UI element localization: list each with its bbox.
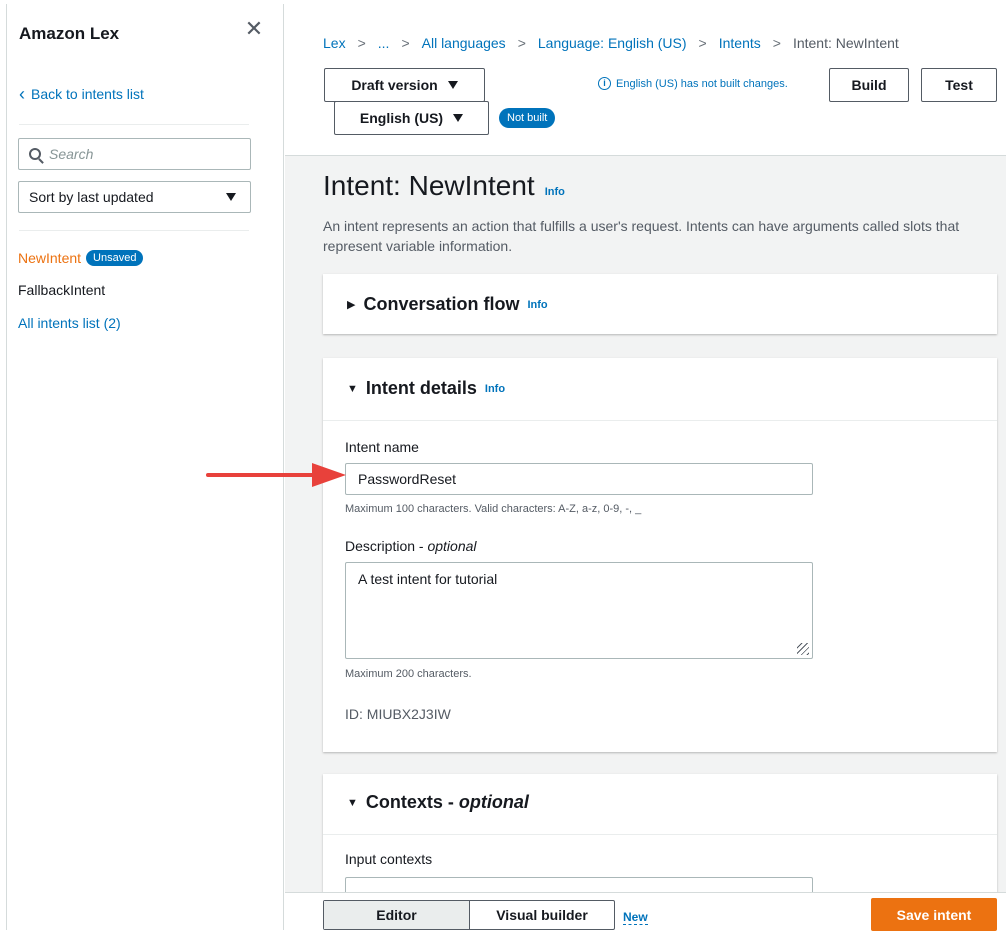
info-link[interactable]: Info — [545, 186, 565, 198]
breadcrumb-separator-icon: > — [772, 35, 781, 51]
info-link[interactable]: Info — [527, 299, 547, 311]
contexts-title: Contexts - optional — [366, 792, 529, 813]
sidebar-item-label: NewIntent — [18, 250, 82, 266]
intent-id: ID: MIUBX2J3IW — [345, 706, 451, 722]
build-status-badge: Not built — [499, 108, 556, 128]
optional-label: optional — [458, 792, 529, 812]
description-hint: Maximum 200 characters. — [345, 668, 472, 680]
divider — [323, 834, 997, 835]
breadcrumb-all-languages[interactable]: All languages — [422, 35, 506, 51]
breadcrumb-separator-icon: > — [698, 35, 707, 51]
breadcrumb: Lex > ... > All languages > Language: En… — [323, 35, 899, 51]
sort-select[interactable]: Sort by last updated — [18, 181, 251, 213]
back-to-intents-link[interactable]: ‹ Back to intents list — [19, 84, 144, 104]
search-input[interactable]: Search — [18, 138, 251, 170]
intent-details-panel: ▼ Intent details Info Intent name Passwo… — [323, 358, 997, 752]
main-content: Intent: NewIntent Info An intent represe… — [285, 156, 1006, 892]
breadcrumb-separator-icon: > — [401, 35, 410, 51]
close-icon[interactable]: ✕ — [243, 18, 265, 40]
contexts-title-text: Contexts - — [365, 792, 459, 812]
sidebar-title: Amazon Lex — [19, 24, 120, 43]
sort-select-label: Sort by last updated — [29, 189, 154, 205]
build-status-message: i English (US) has not built changes. — [598, 77, 788, 90]
sidebar-item-newintent[interactable]: NewIntent Unsaved — [18, 250, 144, 266]
info-link[interactable]: Info — [485, 383, 505, 395]
resize-handle-icon[interactable] — [797, 643, 809, 655]
description-value: A test intent for tutorial — [358, 571, 498, 587]
unsaved-badge: Unsaved — [86, 250, 144, 266]
editor-tab[interactable]: Editor — [324, 901, 470, 929]
divider — [19, 124, 249, 125]
sidebar-item-fallbackintent[interactable]: FallbackIntent — [18, 282, 105, 298]
intent-name-label: Intent name — [345, 439, 419, 455]
search-placeholder: Search — [49, 146, 94, 162]
breadcrumb-current: Intent: NewIntent — [792, 35, 899, 51]
caret-down-icon — [226, 193, 236, 201]
page-title: Intent: NewIntent Info — [323, 170, 565, 202]
search-icon — [29, 148, 41, 160]
all-intents-link[interactable]: All intents list (2) — [18, 315, 121, 331]
input-contexts-label: Input contexts — [345, 851, 433, 867]
build-status-text: English (US) has not built changes. — [616, 77, 788, 90]
top-bar: Lex > ... > All languages > Language: En… — [285, 4, 1006, 156]
intent-details-title: Intent details — [365, 378, 477, 398]
breadcrumb-lex[interactable]: Lex — [323, 35, 346, 51]
conversation-flow-header[interactable]: ▶ Conversation flow Info — [347, 294, 548, 315]
divider — [19, 230, 249, 231]
page-title-text: Intent: NewIntent — [323, 170, 535, 201]
intent-name-input[interactable]: PasswordReset — [345, 463, 813, 495]
info-circle-icon: i — [598, 77, 611, 90]
caret-down-icon: ▼ — [347, 796, 358, 809]
divider — [323, 420, 997, 421]
intent-name-value: PasswordReset — [358, 471, 457, 487]
description-label: Description - optional — [345, 538, 477, 554]
contexts-panel: ▼ Contexts - optional Input contexts — [323, 774, 997, 892]
version-dropdown[interactable]: Draft version — [324, 68, 485, 102]
conversation-flow-panel: ▶ Conversation flow Info — [323, 274, 997, 334]
caret-down-icon — [453, 114, 464, 122]
back-link-label: Back to intents list — [31, 86, 144, 102]
description-textarea[interactable]: A test intent for tutorial — [345, 562, 813, 659]
visual-builder-tab[interactable]: Visual builder — [470, 901, 614, 929]
intent-name-hint: Maximum 100 characters. Valid characters… — [345, 503, 642, 515]
conversation-flow-title: Conversation flow — [363, 294, 520, 314]
intent-details-header[interactable]: ▼ Intent details Info — [347, 378, 505, 399]
save-intent-button[interactable]: Save intent — [871, 898, 997, 931]
description-label-text: Description - — [345, 538, 428, 554]
caret-down-icon: ▼ — [347, 382, 358, 395]
page-description: An intent represents an action that fulf… — [323, 218, 960, 254]
editor-mode-toggle: Editor Visual builder — [323, 900, 615, 930]
caret-right-icon: ▶ — [347, 299, 356, 311]
breadcrumb-separator-icon: > — [357, 35, 366, 51]
breadcrumb-separator-icon: > — [517, 35, 526, 51]
version-dropdown-label: Draft version — [351, 77, 438, 93]
breadcrumb-intents[interactable]: Intents — [719, 35, 761, 51]
caret-down-icon — [447, 81, 458, 89]
chevron-left-icon: ‹ — [19, 84, 25, 104]
language-dropdown[interactable]: English (US) — [334, 101, 489, 135]
optional-label: optional — [427, 538, 477, 554]
input-contexts-field[interactable] — [345, 877, 813, 892]
test-button[interactable]: Test — [921, 68, 997, 102]
language-dropdown-label: English (US) — [359, 110, 444, 126]
breadcrumb-ellipsis[interactable]: ... — [378, 35, 390, 51]
bottom-bar: Editor Visual builder New Save intent — [285, 892, 1006, 933]
breadcrumb-language[interactable]: Language: English (US) — [538, 35, 687, 51]
new-badge[interactable]: New — [623, 910, 648, 925]
annotation-arrow-icon — [206, 463, 346, 487]
contexts-header[interactable]: ▼ Contexts - optional — [347, 792, 529, 813]
build-button[interactable]: Build — [829, 68, 909, 102]
